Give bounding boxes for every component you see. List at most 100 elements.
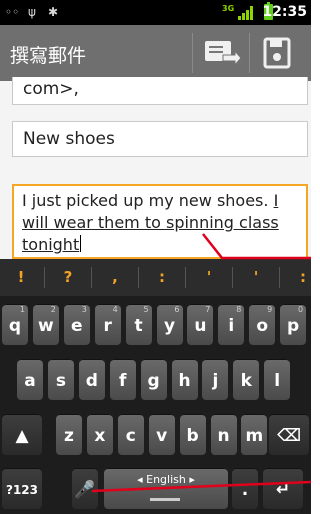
key-u[interactable]: 7u (187, 304, 214, 345)
key-q[interactable]: 1q (2, 304, 28, 345)
suggestion-item[interactable]: ? (58, 268, 78, 286)
key-label: u (194, 316, 207, 336)
key-m[interactable]: m (241, 414, 268, 455)
usb-icon: ψ (28, 5, 36, 19)
key-number-hint: 1 (19, 305, 25, 314)
key-label: o (256, 316, 269, 336)
suggestion-divider (138, 267, 139, 288)
key-label: a (24, 371, 36, 391)
key-label: w (38, 316, 54, 336)
save-draft-button[interactable] (252, 29, 304, 77)
status-bar: ◦◦ ψ ✱ 3G 12:35 (0, 0, 311, 25)
key-n[interactable]: n (210, 414, 237, 455)
key-a[interactable]: a (17, 359, 43, 400)
space-bar-indicator (150, 498, 180, 501)
key-g[interactable]: g (140, 359, 167, 400)
key-label: h (178, 371, 191, 391)
backspace-key[interactable]: ⌫ (269, 414, 309, 455)
key-label: b (186, 426, 199, 446)
page-title: 撰寫郵件 (10, 45, 87, 67)
key-label: e (71, 316, 83, 336)
suggestion-divider (185, 267, 186, 288)
key-label: l (274, 371, 281, 391)
key-label: i (228, 316, 235, 336)
soft-keyboard: !?,: ' ': 1 q 2 w 3 e 4 r 5 t 6 y 7 u 8 i 9 o 0 p a s d f g h j k l ▲ z x… (0, 259, 311, 514)
clock: 12:35 (262, 4, 307, 20)
key-label: m (245, 426, 264, 446)
to-field-value: com>, (23, 79, 79, 99)
key-b[interactable]: b (179, 414, 206, 455)
key-k[interactable]: k (233, 359, 260, 400)
key-label: v (156, 426, 168, 446)
enter-key[interactable]: ↵ (263, 468, 303, 509)
key-label: 🎤 (74, 480, 96, 500)
key-number-hint: 2 (50, 305, 56, 314)
shift-key[interactable]: ▲ (2, 414, 42, 455)
key-c[interactable]: c (117, 414, 144, 455)
voicemail-icon: ◦◦ (5, 5, 20, 19)
key-label: r (103, 316, 112, 336)
key-y[interactable]: 6y (156, 304, 183, 345)
key-o[interactable]: 9o (249, 304, 276, 345)
key-l[interactable]: l (264, 359, 291, 400)
key-label: c (125, 426, 136, 446)
period-key[interactable]: . (232, 468, 258, 509)
key-i[interactable]: 8i (218, 304, 245, 345)
suggestion-item[interactable]: , (105, 268, 125, 286)
to-field[interactable]: com>, (12, 77, 308, 105)
suggestion-item[interactable]: ' (246, 268, 266, 286)
key-label: d (85, 371, 98, 391)
key-f[interactable]: f (109, 359, 136, 400)
suggestion-divider (232, 267, 233, 288)
suggestion-strip: !?,: ' ': (0, 259, 311, 296)
key-number-hint: 3 (81, 305, 87, 314)
key-label: g (147, 371, 160, 391)
key-x[interactable]: x (86, 414, 113, 455)
body-field[interactable]: I just picked up my new shoes. I will we… (12, 184, 308, 259)
key-p[interactable]: 0p (280, 304, 307, 345)
key-w[interactable]: 2w (32, 304, 59, 345)
key-v[interactable]: v (148, 414, 175, 455)
key-d[interactable]: d (78, 359, 105, 400)
key-number-hint: 8 (236, 305, 242, 314)
key-r[interactable]: 4r (94, 304, 121, 345)
key-number-hint: 6 (174, 305, 180, 314)
key-label: ▲ (15, 426, 29, 446)
save-icon (263, 37, 291, 69)
key-j[interactable]: j (202, 359, 229, 400)
key-label: ⌫ (276, 426, 302, 446)
key-h[interactable]: h (171, 359, 198, 400)
suggestion-item[interactable]: : (293, 268, 313, 286)
key-number-hint: 5 (143, 305, 149, 314)
key-number-hint: 4 (112, 305, 118, 314)
key-label: k (240, 371, 252, 391)
key-z[interactable]: z (56, 414, 82, 455)
action-bar: 撰寫郵件 (0, 25, 311, 81)
key-number-hint: 7 (205, 305, 211, 314)
send-icon (205, 41, 242, 67)
android-debug-icon: ✱ (48, 5, 59, 19)
key-label: ◂ English ▸ (137, 473, 195, 486)
suggestion-item[interactable]: ! (11, 268, 31, 286)
suggestion-divider (279, 267, 280, 288)
microphone-key[interactable]: 🎤 (72, 468, 98, 509)
send-button[interactable] (194, 29, 246, 77)
key-label: ?123 (5, 483, 38, 497)
key-t[interactable]: 5t (125, 304, 152, 345)
key-s[interactable]: s (47, 359, 74, 400)
suggestion-item[interactable]: ' (199, 268, 219, 286)
key-label: y (163, 316, 176, 336)
subject-field[interactable]: New shoes (12, 121, 308, 157)
suggestion-item[interactable]: : (152, 268, 172, 286)
space-key[interactable]: ◂ English ▸ (104, 468, 228, 509)
suggestion-divider (91, 267, 92, 288)
key-label: f (118, 371, 127, 391)
symbols-key[interactable]: ?123 (2, 468, 42, 509)
key-e[interactable]: 3e (63, 304, 90, 345)
key-label: z (64, 426, 74, 446)
body-text: I just picked up my new shoes. (22, 191, 274, 210)
key-label: s (55, 371, 66, 391)
key-label: ↵ (275, 480, 291, 500)
key-label: p (287, 316, 300, 336)
key-number-hint: 9 (267, 305, 273, 314)
